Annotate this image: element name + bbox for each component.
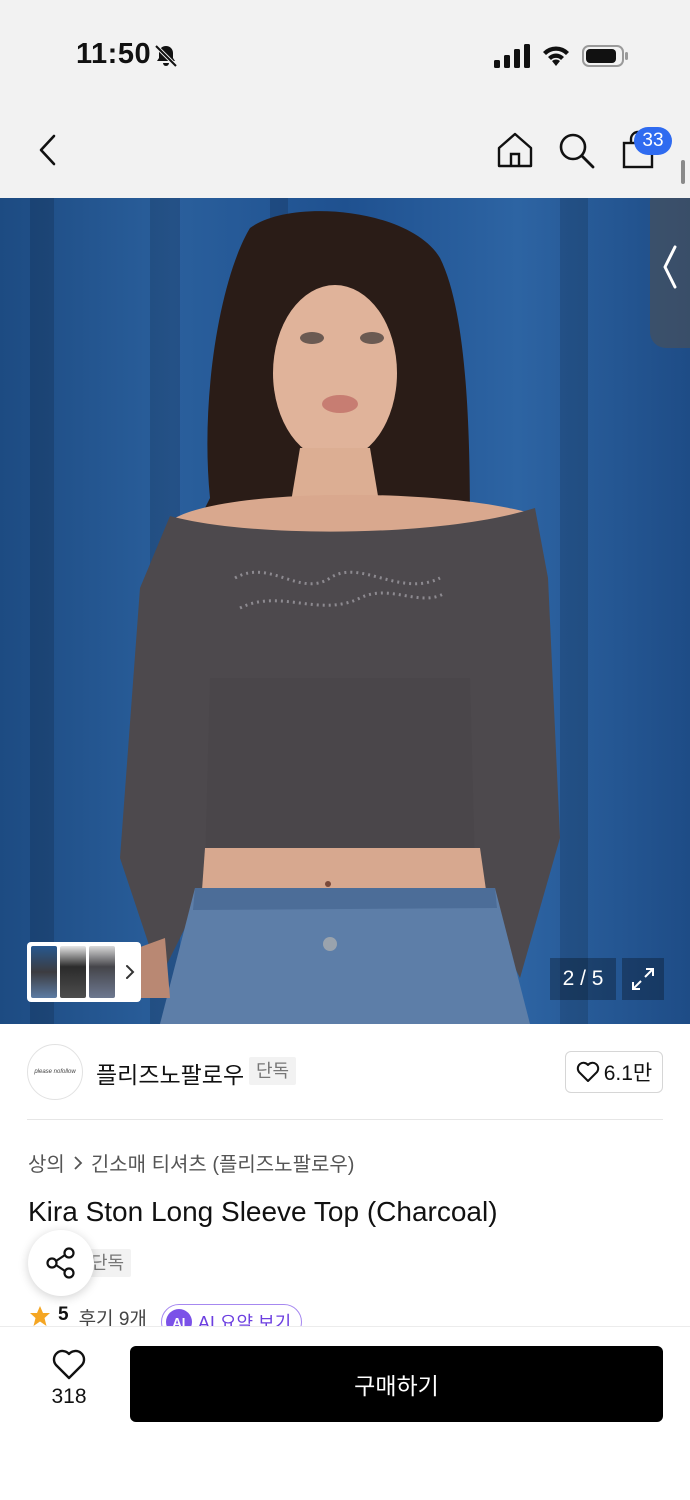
buy-button[interactable]: 구매하기: [130, 1346, 663, 1422]
thumbnail-3[interactable]: [89, 946, 115, 998]
brand-row: please nofollow 플리즈노팔로우 단독 6.1만: [0, 1024, 690, 1122]
heart-icon: [52, 1349, 86, 1380]
image-page-counter: 2 / 5: [550, 958, 616, 1000]
status-time: 11:50: [76, 38, 152, 70]
expand-icon: [632, 968, 654, 990]
heart-icon: [576, 1061, 599, 1082]
share-button[interactable]: [28, 1230, 94, 1296]
expand-image-button[interactable]: [622, 958, 664, 1000]
product-title: Kira Ston Long Sleeve Top (Charcoal): [28, 1196, 498, 1227]
scroll-indicator: [681, 160, 685, 184]
brand-like-button[interactable]: 6.1만: [565, 1051, 663, 1093]
product-image[interactable]: [0, 198, 690, 1024]
side-panel-tab[interactable]: [650, 198, 690, 348]
wishlist-button[interactable]: 318: [34, 1349, 104, 1429]
breadcrumb-category[interactable]: 상의: [28, 1148, 65, 1177]
thumbnail-1[interactable]: [31, 946, 57, 998]
signal-icon: [494, 44, 530, 68]
thumbnail-strip[interactable]: [27, 942, 141, 1002]
chevron-right-icon: [74, 1155, 83, 1170]
top-nav: [0, 100, 690, 198]
bell-slash-icon: [154, 44, 178, 68]
search-icon: [559, 133, 595, 169]
divider: [27, 1119, 663, 1120]
chevron-left-icon: [39, 134, 56, 166]
thumbnail-2[interactable]: [60, 946, 86, 998]
ai-summary-button[interactable]: AI AI 요약 보기: [160, 1304, 303, 1328]
star-icon: [30, 1306, 50, 1326]
battery-icon: [582, 45, 628, 67]
brand-logo[interactable]: please nofollow: [27, 1044, 83, 1100]
chevron-right-icon: [126, 965, 135, 979]
wishlist-count: 318: [51, 1385, 87, 1408]
breadcrumb-subcategory[interactable]: 긴소매 티셔츠 (플리즈노팔로우): [91, 1148, 355, 1177]
chevron-left-icon: [663, 245, 677, 289]
status-bar: 11:50: [0, 0, 690, 100]
home-icon: [497, 132, 533, 168]
bottom-action-bar: 318 구매하기: [0, 1326, 690, 1500]
model-photo: [110, 211, 560, 1024]
back-button[interactable]: [26, 128, 70, 172]
home-button[interactable]: [493, 128, 537, 172]
rating-score: 5: [58, 1304, 69, 1325]
brand-name[interactable]: 플리즈노팔로우: [96, 1056, 244, 1090]
breadcrumb: 상의 긴소매 티셔츠 (플리즈노팔로우): [28, 1148, 354, 1177]
rating-row: 5 후기 9개 AI AI 요약 보기: [28, 1304, 303, 1328]
cart-count-badge: 33: [634, 127, 672, 155]
review-count[interactable]: 후기 9개: [79, 1304, 147, 1328]
search-button[interactable]: [554, 128, 598, 172]
exclusive-tag: 단독: [249, 1057, 297, 1085]
brand-like-count: 6.1만: [603, 1062, 653, 1085]
wifi-icon: [543, 46, 569, 66]
share-icon: [46, 1247, 75, 1279]
